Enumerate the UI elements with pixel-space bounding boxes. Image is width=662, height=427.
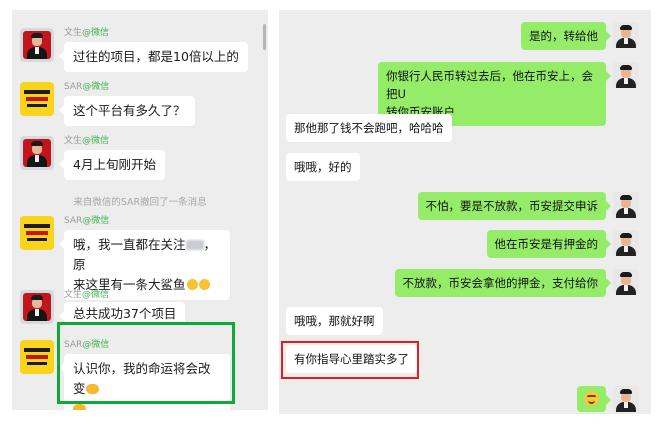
message-bubble[interactable]: 不怕，要是不放款，币安提交申诉: [417, 192, 611, 220]
message-text: 总共成功37个项目: [73, 306, 177, 321]
avatar[interactable]: [613, 22, 639, 48]
thumbs-up-icon: [186, 279, 198, 290]
message-text: 不放款，币安会拿他的押金，支付给你: [402, 276, 599, 290]
message-text: 4月上旬刚开始: [73, 157, 156, 172]
message-text: 那他那了钱不会跑吧，哈哈哈: [294, 121, 444, 135]
avatar[interactable]: [20, 82, 54, 116]
message-bubble[interactable]: 4月上旬刚开始: [59, 150, 165, 180]
redacted-mark: [185, 240, 204, 250]
avatar[interactable]: [613, 62, 639, 88]
message-text: 这个平台有多久了？: [73, 103, 186, 118]
handshake-icon: [73, 404, 86, 410]
avatar[interactable]: [20, 136, 54, 170]
message-text: 不怕，要是不放款，币安提交申诉: [425, 199, 599, 213]
avatar[interactable]: [613, 386, 639, 412]
message-text: 哦哦，好的: [294, 160, 352, 174]
message-text: 他在币安是有押金的: [494, 237, 599, 251]
message-bubble[interactable]: 哦哦，好的: [286, 153, 360, 181]
avatar[interactable]: [613, 269, 639, 295]
thumbs-up-icon: [198, 279, 210, 290]
message-bubble[interactable]: 那他那了钱不会跑吧，哈哈哈: [286, 114, 452, 142]
scrollbar[interactable]: [263, 24, 266, 50]
message-text: 过往的项目，都是10倍以上的: [73, 49, 239, 64]
smile-emoji-icon: [584, 391, 599, 406]
sender-name: 文生@微信: [64, 28, 110, 38]
message-bubble[interactable]: 他在币安是有押金的: [486, 230, 611, 258]
message-bubble[interactable]: 这个平台有多久了？: [59, 96, 195, 126]
message-text: 你银行人民币转过去后，他在币安上，会把U: [386, 69, 593, 101]
message-bubble[interactable]: 哦哦，那就好啊: [286, 307, 383, 335]
avatar[interactable]: [613, 230, 639, 256]
avatar[interactable]: [20, 290, 54, 324]
message-text: 是的，转给他: [529, 29, 598, 43]
message-bubble[interactable]: 不放款，币安会拿他的押金，支付给你: [394, 269, 611, 297]
avatar[interactable]: [20, 28, 54, 62]
avatar[interactable]: [20, 340, 54, 374]
avatar[interactable]: [613, 192, 639, 218]
highlight-box-green: [57, 322, 235, 404]
sender-name: SAR@微信: [64, 216, 110, 226]
message-bubble[interactable]: 过往的项目，都是10倍以上的: [59, 42, 248, 72]
highlight-box-red: [281, 341, 419, 379]
sender-name: 文生@微信: [64, 290, 110, 300]
system-notice: 来自微信的SAR撤回了一条消息: [73, 197, 207, 208]
message-bubble[interactable]: [577, 386, 611, 412]
sender-name: SAR@微信: [64, 82, 110, 92]
message-text: 哦哦，那就好啊: [294, 314, 375, 328]
message-text: 哦，我一直都在关注: [73, 237, 186, 252]
avatar[interactable]: [20, 216, 54, 250]
message-bubble[interactable]: 是的，转给他: [521, 22, 611, 50]
sender-name: 文生@微信: [64, 136, 110, 146]
